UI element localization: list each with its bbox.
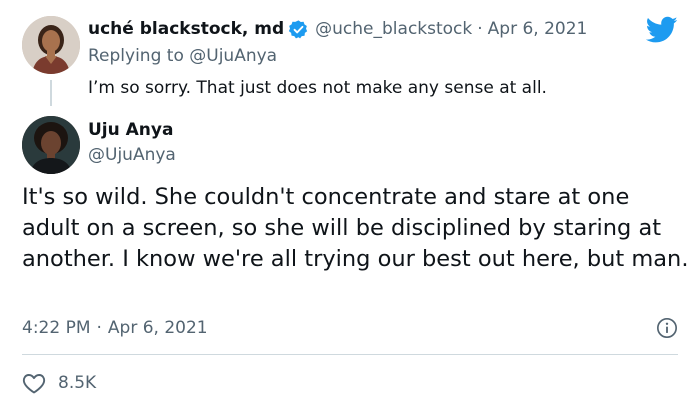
reply-author-handle[interactable]: @uche_blackstock (315, 19, 472, 39)
reply-author-avatar[interactable] (22, 16, 80, 74)
info-icon[interactable] (656, 317, 678, 339)
verified-badge-icon (288, 19, 309, 40)
like-count: 8.5K (58, 373, 97, 393)
separator-dot: · (96, 318, 102, 338)
likes-row[interactable]: 8.5K (22, 370, 96, 396)
tweet-time[interactable]: 4:22 PM (22, 318, 91, 338)
reply-date[interactable]: Apr 6, 2021 (488, 19, 588, 39)
separator-dot: · (477, 19, 483, 39)
replying-to-line: Replying to @UjuAnya (88, 46, 277, 66)
main-author-name[interactable]: Uju Anya (88, 120, 173, 140)
tweet-date[interactable]: Apr 6, 2021 (108, 318, 208, 338)
main-author-avatar-image (22, 116, 80, 174)
reply-author-name[interactable]: uché blackstock, md (88, 19, 284, 39)
heart-icon[interactable] (22, 372, 46, 394)
replying-to-label: Replying to (88, 46, 184, 66)
main-tweet-text: It's so wild. She couldn't concentrate a… (22, 184, 689, 272)
tweet-metadata-row: 4:22 PM · Apr 6, 2021 (22, 315, 678, 341)
main-author-avatar[interactable] (22, 116, 80, 174)
reply-author-avatar-image (22, 16, 80, 74)
reply-header: uché blackstock, md @uche_blackstock · A… (88, 16, 587, 42)
thread-connector-line (50, 80, 52, 106)
reply-tweet-text: I’m so sorry. That just does not make an… (88, 78, 547, 98)
divider (22, 354, 678, 355)
twitter-bird-icon[interactable] (646, 16, 678, 44)
replying-to-mention[interactable]: @UjuAnya (189, 46, 277, 66)
main-author-handle[interactable]: @UjuAnya (88, 145, 176, 165)
